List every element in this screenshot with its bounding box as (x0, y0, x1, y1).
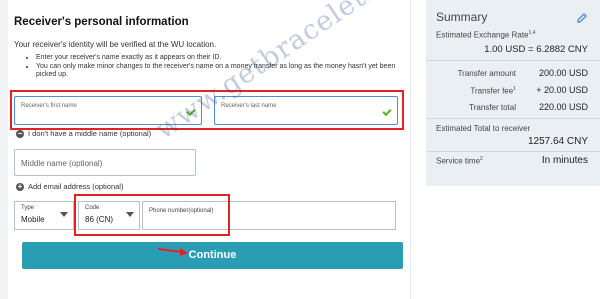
summary-divider (426, 118, 600, 119)
exchange-rate-value: 1.00 USD = 6.2882 CNY (484, 44, 588, 55)
transfer-total-value: 220.00 USD (538, 102, 588, 112)
pencil-icon[interactable] (576, 12, 588, 24)
transfer-fee-value: + 20.00 USD (536, 85, 588, 95)
transfer-amount-value: 200.00 USD (538, 68, 588, 78)
plus-icon: + (16, 181, 24, 191)
page: Receiver's personal information Your rec… (0, 0, 600, 299)
highlight-phone-fields (74, 194, 230, 236)
service-time-label: Service time2 (436, 156, 483, 166)
transfer-fee-label: Transfer fee1 (470, 86, 516, 96)
form-title: Receiver's personal information (14, 16, 189, 28)
continue-button[interactable]: Continue (22, 242, 403, 269)
summary-divider (426, 60, 600, 61)
chevron-down-icon (60, 212, 68, 217)
summary-panel: Summary Estimated Exchange Rate1,4 1.00 … (426, 0, 600, 186)
type-label: Type (21, 205, 35, 211)
phone-type-select[interactable]: Type Mobile (14, 201, 74, 230)
no-middle-name-toggle[interactable]: − I don't have a middle name (optional) (16, 129, 151, 138)
transfer-total-label: Transfer total (469, 103, 516, 112)
exchange-rate-label: Estimated Exchange Rate1,4 (436, 30, 536, 40)
estimated-total-label: Estimated Total to receiver (436, 124, 531, 133)
minus-icon: − (16, 128, 24, 138)
form-subtitle: Your receiver's identity will be verifie… (14, 40, 217, 49)
transfer-amount-label: Transfer amount (457, 69, 516, 78)
summary-title: Summary (436, 10, 488, 24)
left-gutter (0, 0, 8, 299)
estimated-total-value: 1257.64 CNY (527, 136, 588, 147)
column-divider (410, 0, 411, 299)
middle-name-placeholder: Middle name (optional) (21, 159, 103, 168)
add-email-label: Add email address (optional) (28, 182, 124, 191)
receiver-form: Receiver's personal information Your rec… (8, 0, 408, 299)
middle-name-input[interactable]: Middle name (optional) (14, 149, 196, 176)
summary-divider (426, 151, 600, 152)
service-time-value: In minutes (541, 155, 588, 166)
no-middle-name-label: I don't have a middle name (optional) (28, 129, 152, 138)
add-email-toggle[interactable]: + Add email address (optional) (16, 182, 123, 191)
arrow-icon (158, 248, 188, 256)
type-value: Mobile (21, 215, 45, 224)
instruction-item: Enter your receiver's name exactly as it… (36, 54, 406, 63)
